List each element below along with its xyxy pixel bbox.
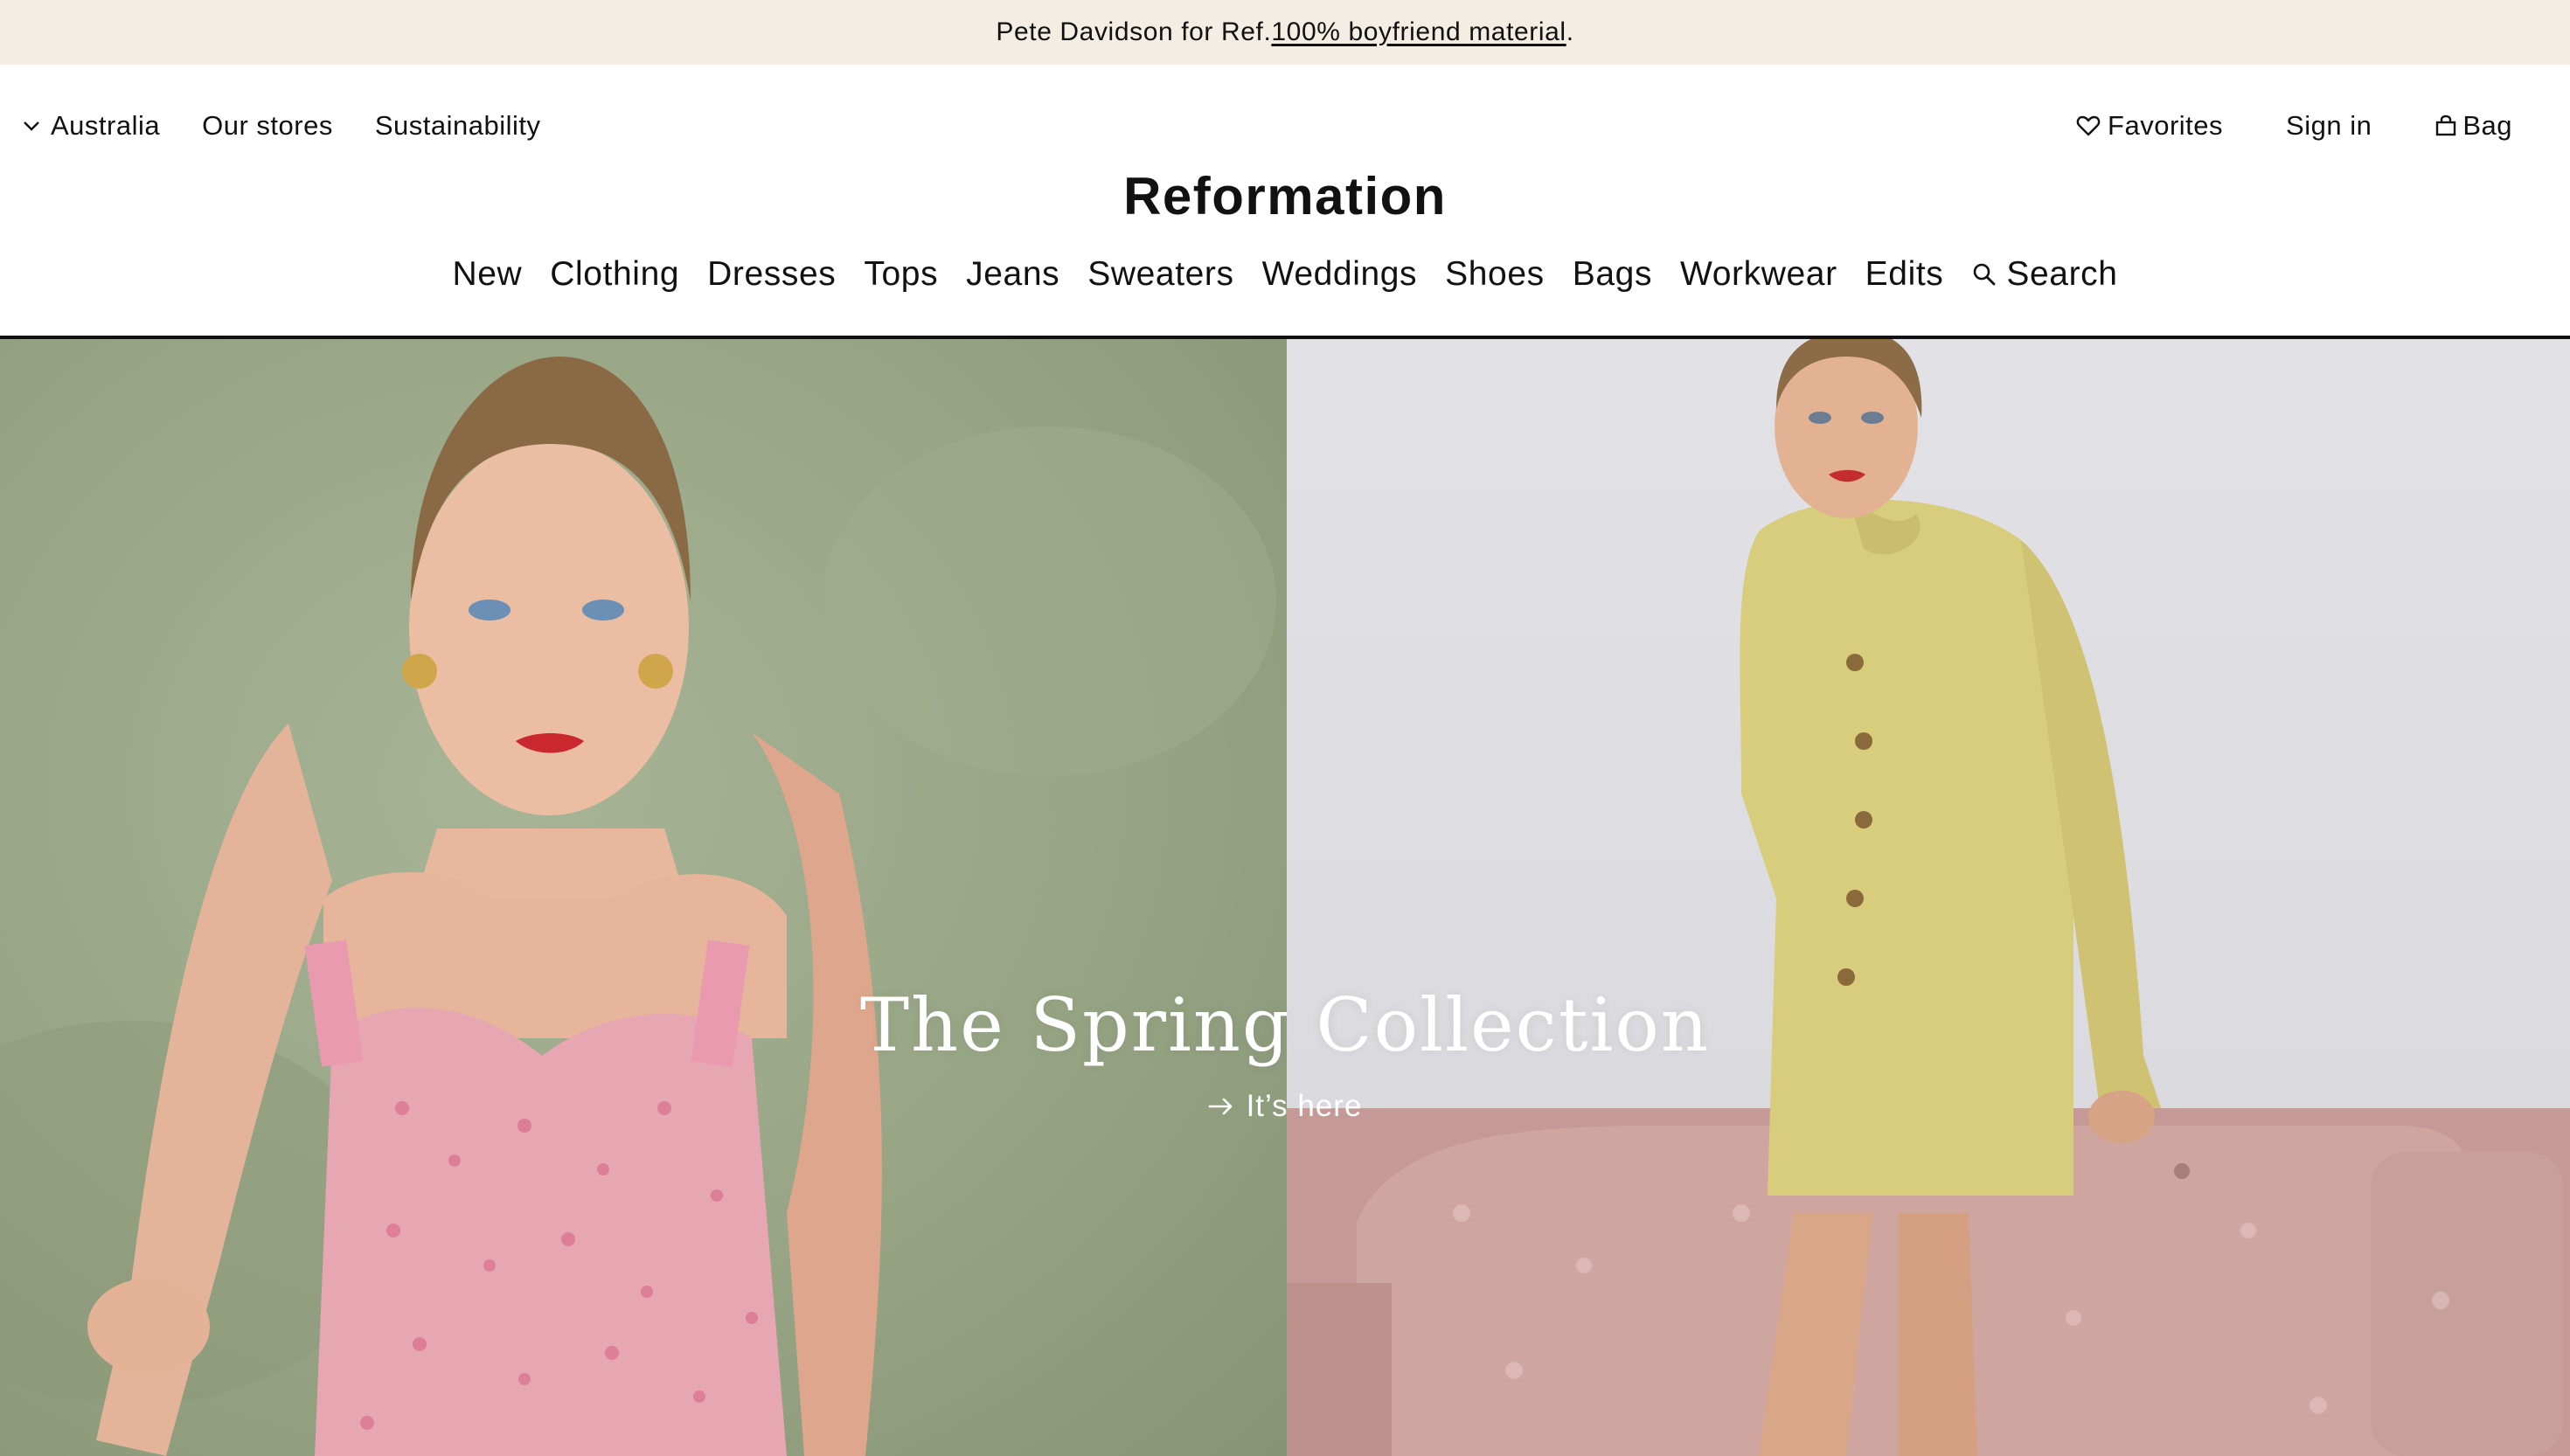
- favorites-label: Favorites: [2108, 110, 2224, 141]
- sign-in-link[interactable]: Sign in: [2286, 110, 2372, 142]
- sign-in-label: Sign in: [2286, 110, 2372, 141]
- nav-item-workwear[interactable]: Workwear: [1680, 255, 1837, 294]
- heart-icon: [2076, 114, 2101, 137]
- nav-item-shoes[interactable]: Shoes: [1445, 255, 1545, 294]
- utility-left: Australia Our stores Sustainability: [23, 110, 582, 142]
- nav-item-clothing[interactable]: Clothing: [550, 255, 679, 294]
- announcement-text: Pete Davidson for Ref.: [996, 17, 1272, 46]
- hero-image-left[interactable]: [0, 339, 1287, 1456]
- hero-title: The Spring Collection: [859, 982, 1711, 1068]
- search-icon: [1971, 261, 1997, 288]
- search-label: Search: [2006, 255, 2118, 293]
- nav-item-edits[interactable]: Edits: [1865, 255, 1944, 294]
- nav-item-dresses[interactable]: Dresses: [707, 255, 836, 294]
- hero-cta-link[interactable]: It’s here: [1208, 1089, 1363, 1124]
- nav-item-new[interactable]: New: [452, 255, 522, 294]
- nav-item-tops[interactable]: Tops: [864, 255, 938, 294]
- nav-item-jeans[interactable]: Jeans: [966, 255, 1059, 294]
- nav-item-weddings[interactable]: Weddings: [1262, 255, 1418, 294]
- announcement-link[interactable]: 100% boyfriend material: [1271, 17, 1566, 47]
- hero-image-right[interactable]: [1287, 339, 2570, 1456]
- hero-banner[interactable]: The Spring Collection It’s here: [0, 339, 2570, 1456]
- nav-item-bags[interactable]: Bags: [1573, 255, 1652, 294]
- yellow-coat-model-illustration: [1287, 339, 2570, 1456]
- hero-copy: The Spring Collection It’s here: [0, 982, 2570, 1124]
- our-stores-link[interactable]: Our stores: [202, 110, 333, 142]
- nav-item-sweaters[interactable]: Sweaters: [1087, 255, 1233, 294]
- sustainability-label: Sustainability: [374, 110, 541, 141]
- floral-dress-model-illustration: [0, 357, 1276, 1456]
- announcement-bar: Pete Davidson for Ref. 100% boyfriend ma…: [0, 0, 2570, 65]
- utility-right: Favorites Sign in Bag: [2013, 110, 2512, 142]
- nav-search[interactable]: Search: [1971, 255, 2117, 294]
- bag-link[interactable]: Bag: [2435, 110, 2512, 142]
- brand-logo[interactable]: Reformation: [0, 166, 2570, 226]
- country-selector[interactable]: Australia: [23, 110, 160, 142]
- chevron-down-icon: [23, 120, 40, 132]
- our-stores-label: Our stores: [202, 110, 333, 141]
- bag-label: Bag: [2462, 110, 2512, 141]
- arrow-right-icon: [1208, 1097, 1234, 1116]
- country-label: Australia: [51, 110, 161, 141]
- favorites-link[interactable]: Favorites: [2076, 110, 2223, 142]
- bag-icon: [2435, 114, 2457, 137]
- hero-cta-label: It’s here: [1246, 1089, 1363, 1123]
- main-navigation: New Clothing Dresses Tops Jeans Sweaters…: [0, 255, 2570, 294]
- sustainability-link[interactable]: Sustainability: [375, 110, 541, 142]
- announcement-suffix: .: [1566, 17, 1574, 46]
